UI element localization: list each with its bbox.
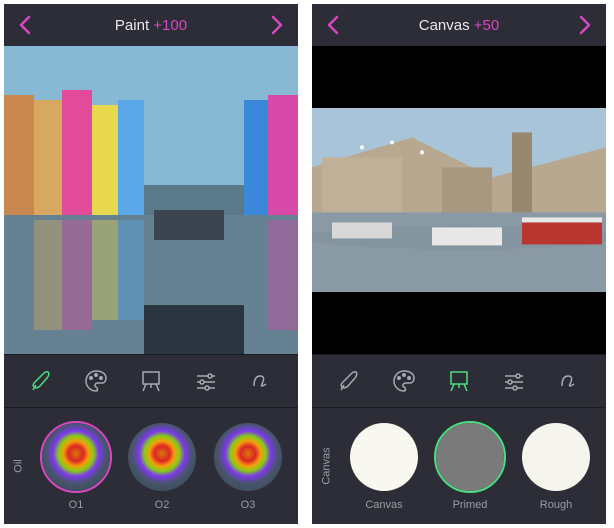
thumb-o3[interactable]: O3 — [212, 421, 284, 511]
sliders-icon — [193, 368, 219, 394]
tool-easel[interactable] — [129, 359, 173, 403]
top-bar: Canvas +50 — [312, 4, 606, 46]
tool-brush[interactable] — [19, 359, 63, 403]
tool-sliders[interactable] — [492, 359, 536, 403]
easel-icon — [446, 368, 472, 394]
tool-palette[interactable] — [74, 359, 118, 403]
screen-canvas: Canvas +50 — [312, 4, 606, 524]
tool-sliders[interactable] — [184, 359, 228, 403]
easel-icon — [138, 368, 164, 394]
filmstrip: Oil O1 O2 O3 — [4, 408, 298, 524]
tool-bar — [312, 354, 606, 408]
app-screens: Paint +100 — [0, 0, 614, 528]
thumb-list[interactable]: Canvas Primed Rough — [342, 421, 606, 511]
title-value: +50 — [474, 17, 499, 34]
tool-signature[interactable] — [239, 359, 283, 403]
title-value: +100 — [153, 17, 187, 34]
screen-paint: Paint +100 — [4, 4, 298, 524]
filmstrip: Canvas Canvas Primed Rough — [312, 408, 606, 524]
top-bar: Paint +100 — [4, 4, 298, 46]
signature-icon — [556, 368, 582, 394]
tool-brush[interactable] — [327, 359, 371, 403]
sliders-icon — [501, 368, 527, 394]
tool-easel[interactable] — [437, 359, 481, 403]
forward-button[interactable] — [264, 12, 290, 38]
thumb-primed[interactable]: Primed — [434, 421, 506, 511]
thumb-o2[interactable]: O2 — [126, 421, 198, 511]
back-button[interactable] — [320, 12, 346, 38]
thumb-list[interactable]: O1 O2 O3 — [34, 421, 298, 511]
thumb-rough[interactable]: Rough — [520, 421, 592, 511]
painted-image — [312, 108, 606, 293]
category-label: Oil — [4, 414, 34, 518]
tool-bar — [4, 354, 298, 408]
image-viewport[interactable] — [4, 46, 298, 354]
title-prefix: Canvas — [419, 17, 474, 34]
tool-signature[interactable] — [547, 359, 591, 403]
thumb-o1[interactable]: O1 — [40, 421, 112, 511]
back-button[interactable] — [12, 12, 38, 38]
image-viewport[interactable] — [312, 46, 606, 354]
title-prefix: Paint — [115, 17, 153, 34]
palette-icon — [83, 368, 109, 394]
screen-title: Paint +100 — [115, 17, 187, 34]
chevron-right-icon — [270, 15, 284, 35]
brush-icon — [28, 368, 54, 394]
forward-button[interactable] — [572, 12, 598, 38]
thumb-canvas[interactable]: Canvas — [348, 421, 420, 511]
category-label: Canvas — [312, 414, 342, 518]
chevron-left-icon — [18, 15, 32, 35]
tool-palette[interactable] — [382, 359, 426, 403]
painted-image — [4, 46, 298, 354]
signature-icon — [248, 368, 274, 394]
chevron-left-icon — [326, 15, 340, 35]
palette-icon — [391, 368, 417, 394]
screen-title: Canvas +50 — [419, 17, 499, 34]
brush-icon — [336, 368, 362, 394]
chevron-right-icon — [578, 15, 592, 35]
